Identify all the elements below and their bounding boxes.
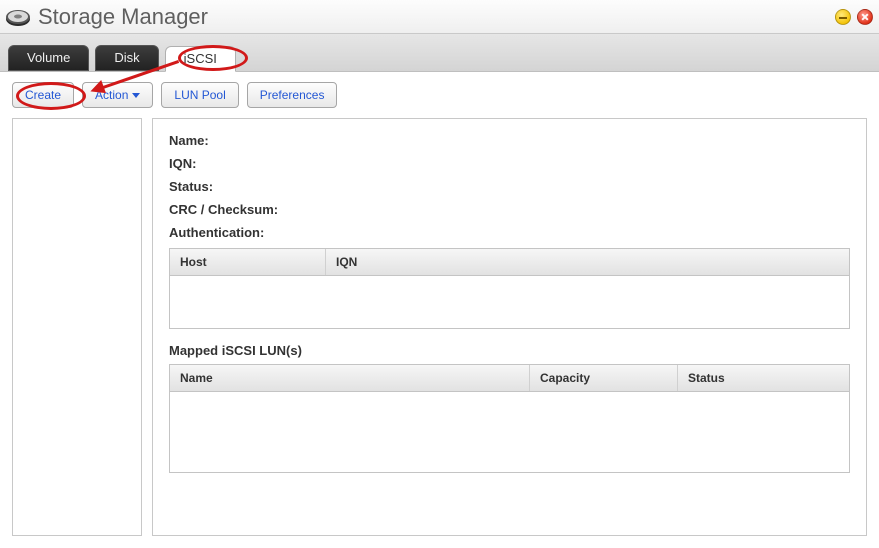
action-label: Action	[95, 88, 128, 102]
panes: Name IQN Status CRC / Checksum Authentic…	[12, 118, 867, 536]
create-button[interactable]: Create	[12, 82, 74, 108]
window-title: Storage Manager	[38, 4, 829, 30]
host-grid-body[interactable]	[170, 276, 849, 328]
close-button[interactable]	[857, 9, 873, 25]
lun-grid: Name Capacity Status	[169, 364, 850, 473]
mapped-luns-title: Mapped iSCSI LUN(s)	[169, 343, 850, 358]
tab-strip: Volume Disk iSCSI	[0, 34, 879, 72]
tab-disk[interactable]: Disk	[95, 45, 158, 71]
lun-pool-button[interactable]: LUN Pool	[161, 82, 238, 108]
minimize-button[interactable]	[835, 9, 851, 25]
toolbar: Create Action LUN Pool Preferences	[12, 82, 867, 108]
preferences-label: Preferences	[260, 88, 325, 102]
label-iqn: IQN	[169, 156, 196, 171]
lun-grid-head: Name Capacity Status	[170, 365, 849, 392]
lun-col-name[interactable]: Name	[170, 365, 530, 391]
create-label: Create	[25, 88, 61, 102]
label-auth: Authentication	[169, 225, 264, 240]
window-titlebar: Storage Manager	[0, 0, 879, 34]
host-grid-head: Host IQN	[170, 249, 849, 276]
lunpool-label: LUN Pool	[174, 88, 225, 102]
preferences-button[interactable]: Preferences	[247, 82, 338, 108]
side-panel[interactable]	[12, 118, 142, 536]
detail-panel: Name IQN Status CRC / Checksum Authentic…	[152, 118, 867, 536]
lun-grid-body[interactable]	[170, 392, 849, 472]
lun-col-capacity[interactable]: Capacity	[530, 365, 678, 391]
lun-col-status[interactable]: Status	[678, 365, 849, 391]
label-crc: CRC / Checksum	[169, 202, 278, 217]
tab-volume[interactable]: Volume	[8, 45, 89, 71]
host-grid: Host IQN	[169, 248, 850, 329]
host-col-host[interactable]: Host	[170, 249, 326, 275]
label-name: Name	[169, 133, 209, 148]
app-icon	[4, 5, 32, 29]
tab-iscsi[interactable]: iSCSI	[165, 46, 236, 72]
label-status: Status	[169, 179, 213, 194]
host-col-iqn[interactable]: IQN	[326, 249, 849, 275]
content-area: Create Action LUN Pool Preferences Name …	[0, 72, 879, 548]
action-button[interactable]: Action	[82, 82, 153, 108]
chevron-down-icon	[132, 93, 140, 98]
